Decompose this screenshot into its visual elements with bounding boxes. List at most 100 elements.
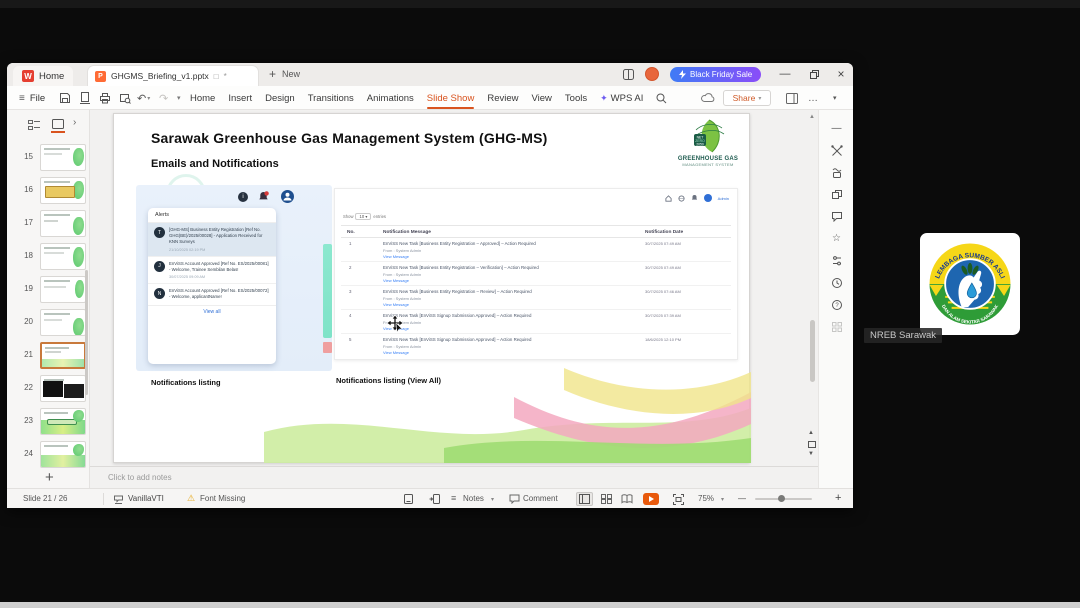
menu-review[interactable]: Review bbox=[487, 93, 518, 104]
task-pane-icon[interactable] bbox=[786, 86, 798, 110]
slide-thumb-row[interactable]: 16 bbox=[7, 177, 89, 205]
slide-18-thumbnail[interactable] bbox=[40, 243, 86, 270]
normal-view-button[interactable] bbox=[576, 492, 593, 506]
menu-animations[interactable]: Animations bbox=[367, 93, 414, 104]
slide-15-thumbnail[interactable] bbox=[40, 144, 86, 171]
ribbon-more-icon[interactable]: … bbox=[808, 86, 818, 110]
black-friday-sale-button[interactable]: Black Friday Sale bbox=[670, 67, 762, 82]
notes-bar[interactable]: Click to add notes bbox=[90, 466, 818, 488]
slide-pager-icon[interactable] bbox=[808, 441, 816, 448]
jump-to-slide-icon[interactable] bbox=[429, 493, 441, 505]
menu-wps-ai[interactable]: ✦ WPS AI bbox=[600, 93, 643, 104]
help-icon[interactable]: ? bbox=[830, 298, 843, 311]
cloud-sync-icon[interactable] bbox=[701, 86, 715, 110]
slide-23-thumbnail[interactable] bbox=[40, 408, 86, 435]
zoom-caret-icon[interactable]: ▾ bbox=[721, 496, 724, 503]
participant-video-tile[interactable]: LEMBAGA SUMBER ASLI DAN ALAM SEKITAR SAR… bbox=[920, 233, 1020, 335]
slide-thumb-row[interactable]: 20 bbox=[7, 309, 89, 337]
document-tab[interactable]: P GHGMS_Briefing_v1.pptx □ * bbox=[87, 65, 259, 86]
slide-view-icon[interactable] bbox=[51, 118, 65, 133]
account-avatar[interactable] bbox=[645, 67, 659, 81]
history-icon[interactable] bbox=[830, 276, 843, 289]
alert-item[interactable]: T [GHG-MS] Business Entity Registration … bbox=[148, 223, 276, 257]
adjust-settings-icon[interactable] bbox=[830, 254, 843, 267]
add-slide-button[interactable]: + bbox=[45, 469, 54, 486]
zoom-level[interactable]: 75% bbox=[698, 494, 714, 503]
view-all-link[interactable]: View all bbox=[148, 304, 276, 318]
previous-slide-icon[interactable]: ▲ bbox=[808, 430, 814, 436]
menu-home[interactable]: Home bbox=[190, 93, 215, 104]
view-message-link[interactable]: View Message bbox=[383, 302, 633, 307]
menu-view[interactable]: View bbox=[531, 93, 551, 104]
show-entries-control[interactable]: Show 10 ▾ entries bbox=[343, 213, 386, 220]
slide-thumb-row[interactable]: 19 bbox=[7, 276, 89, 304]
view-message-link[interactable]: View Message bbox=[383, 350, 633, 355]
redo-button[interactable]: ↷ bbox=[159, 86, 168, 110]
slide-thumb-row[interactable]: 18 bbox=[7, 243, 89, 271]
menu-design[interactable]: Design bbox=[265, 93, 295, 104]
slide-21-thumbnail-selected[interactable] bbox=[40, 342, 86, 369]
slide-thumb-row[interactable]: 15 bbox=[7, 144, 89, 172]
save-button[interactable] bbox=[59, 86, 71, 110]
slide-thumb-row[interactable]: 22 bbox=[7, 375, 89, 403]
view-message-link[interactable]: View Message bbox=[383, 254, 633, 259]
menu-slide-show[interactable]: Slide Show bbox=[426, 93, 475, 109]
apps-grid-icon[interactable] bbox=[830, 320, 843, 333]
table-row[interactable]: 2 EnViSS New Task [Business Entity Regis… bbox=[341, 262, 731, 286]
slide-thumb-row[interactable]: 17 bbox=[7, 210, 89, 238]
font-missing-warning[interactable]: Font Missing bbox=[200, 494, 245, 503]
slideshow-play-button[interactable] bbox=[643, 493, 659, 505]
slide-16-thumbnail[interactable] bbox=[40, 177, 86, 204]
shapes-copy-icon[interactable] bbox=[830, 188, 843, 201]
alert-item[interactable]: N EnViSS Account Approved [Ref No. ES/20… bbox=[148, 284, 276, 304]
view-message-link[interactable]: View Message bbox=[383, 278, 633, 283]
scroll-up-icon[interactable]: ▲ bbox=[809, 114, 815, 120]
print-button[interactable] bbox=[99, 86, 111, 110]
document-scrollbar[interactable] bbox=[810, 320, 815, 382]
table-row[interactable]: 1 EnViSS New Task [Business Entity Regis… bbox=[341, 238, 731, 262]
slide-sorter-view-button[interactable] bbox=[598, 492, 615, 506]
notes-caret-icon[interactable]: ▾ bbox=[491, 496, 494, 503]
undo-button[interactable]: ↶ ▾ bbox=[137, 86, 150, 110]
notes-toggle[interactable]: Notes bbox=[463, 494, 484, 503]
slide-17-thumbnail[interactable] bbox=[40, 210, 86, 237]
slide-21[interactable]: Sarawak Greenhouse Gas Management System… bbox=[113, 113, 751, 463]
menu-insert[interactable]: Insert bbox=[228, 93, 252, 104]
search-button[interactable] bbox=[656, 93, 667, 104]
comment-icon[interactable] bbox=[830, 210, 843, 223]
restore-button[interactable] bbox=[804, 66, 824, 82]
menu-transitions[interactable]: Transitions bbox=[308, 93, 354, 104]
alert-item[interactable]: J EnViSS Account Approved [Ref No. ES/20… bbox=[148, 257, 276, 285]
fit-slide-icon[interactable] bbox=[673, 494, 684, 505]
zoom-slider-handle[interactable] bbox=[778, 495, 785, 502]
slide-thumb-row[interactable]: 21 bbox=[7, 342, 89, 370]
view-message-link[interactable]: View Message bbox=[383, 326, 633, 331]
slide-19-thumbnail[interactable] bbox=[40, 276, 86, 303]
table-row[interactable]: 3 EnViSS New Task [Business Entity Regis… bbox=[341, 286, 731, 310]
quickbar-more-icon[interactable]: ▾ bbox=[177, 86, 181, 110]
slide-20-thumbnail[interactable] bbox=[40, 309, 86, 336]
outline-view-icon[interactable] bbox=[28, 119, 41, 131]
split-window-icon[interactable] bbox=[623, 69, 634, 80]
favorites-star-icon[interactable]: ☆ bbox=[830, 232, 843, 245]
expand-panel-icon[interactable]: › bbox=[73, 117, 76, 128]
tab-sync-icon[interactable]: □ bbox=[214, 72, 219, 81]
menu-tools[interactable]: Tools bbox=[565, 93, 587, 104]
slide-24-thumbnail[interactable] bbox=[40, 441, 86, 468]
reading-view-button[interactable] bbox=[618, 492, 635, 506]
table-row[interactable]: 5 EnViSS New Task [EnViSS Signup Submiss… bbox=[341, 334, 731, 358]
theme-name[interactable]: VanillaVTI bbox=[128, 494, 164, 503]
print-preview-button[interactable] bbox=[119, 86, 131, 110]
zoom-out-button[interactable]: — bbox=[738, 494, 746, 503]
file-menu[interactable]: ≡ File bbox=[19, 86, 45, 110]
collapse-ribbon-icon[interactable]: ▾ bbox=[833, 86, 837, 110]
comment-button[interactable]: Comment bbox=[523, 494, 558, 503]
home-tab[interactable]: W Home bbox=[13, 66, 74, 86]
seal-signature-icon[interactable] bbox=[830, 166, 843, 179]
slide-thumb-row[interactable]: 24 bbox=[7, 441, 89, 469]
share-button[interactable]: Share ▾ bbox=[723, 90, 771, 106]
new-tab-button[interactable]: + New bbox=[269, 67, 300, 81]
output-pdf-button[interactable] bbox=[79, 86, 91, 110]
thumbnail-view-icon[interactable] bbox=[403, 493, 414, 505]
close-button[interactable]: × bbox=[831, 66, 851, 82]
